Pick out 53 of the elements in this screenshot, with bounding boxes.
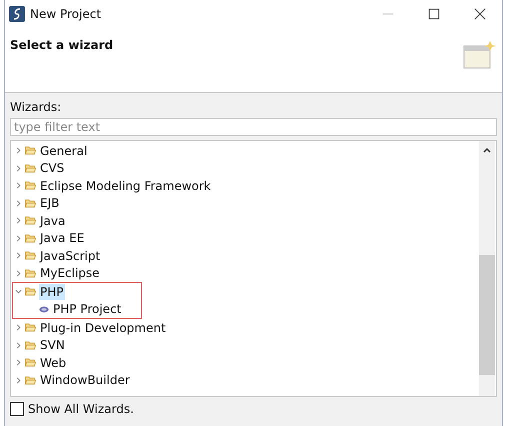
folder-icon <box>25 323 36 332</box>
scroll-up-icon[interactable] <box>483 147 491 153</box>
chevron-icon[interactable] <box>15 288 22 296</box>
tree-item[interactable]: Java <box>39 212 66 229</box>
maximize-icon[interactable] <box>428 8 440 20</box>
tree-item[interactable]: WindowBuilder <box>39 372 131 388</box>
tree-item[interactable]: PHP Project <box>52 301 122 318</box>
folder-icon <box>25 340 36 350</box>
folder-icon <box>25 251 36 260</box>
filter-field[interactable]: type filter text <box>10 118 497 136</box>
tree-item[interactable]: General <box>39 142 88 159</box>
tree-item[interactable]: SVN <box>39 337 66 354</box>
chevron-icon[interactable] <box>15 217 22 224</box>
chevron-icon[interactable] <box>15 182 22 190</box>
scroll-thumb[interactable] <box>479 255 495 375</box>
folder-icon <box>25 216 36 226</box>
folder-icon <box>25 376 36 385</box>
folder-icon <box>25 358 36 368</box>
chevron-icon[interactable] <box>15 200 22 207</box>
tree-item[interactable]: Java EE <box>39 230 86 246</box>
chevron-icon[interactable] <box>15 359 22 366</box>
folder-icon <box>25 198 36 208</box>
close-icon[interactable] <box>474 8 486 20</box>
tree-item[interactable]: Web <box>39 354 68 371</box>
chevron-icon[interactable] <box>15 342 22 349</box>
checkbox[interactable] <box>10 402 24 416</box>
checkbox-label[interactable]: Show All Wizards. <box>28 402 134 416</box>
tree-item[interactable]: PHP <box>39 284 64 300</box>
folder-icon <box>25 268 36 278</box>
tree-item[interactable]: EJB <box>39 195 60 212</box>
chevron-icon[interactable] <box>15 234 22 242</box>
tree-item[interactable]: Eclipse Modeling Framework <box>39 178 212 194</box>
folder-icon <box>25 287 36 296</box>
chevron-icon[interactable] <box>15 324 22 332</box>
chevron-icon[interactable] <box>15 164 22 172</box>
tree-item[interactable]: MyEclipse <box>39 265 101 282</box>
wizards-label: Wizards: <box>10 100 62 114</box>
tree-item[interactable]: CVS <box>39 160 66 176</box>
chevron-icon[interactable] <box>15 376 22 384</box>
tree-item[interactable]: Plug-in Development <box>39 320 167 336</box>
chevron-icon[interactable] <box>15 147 22 154</box>
tree-item[interactable]: JavaScript <box>39 248 102 264</box>
window-title: New Project <box>30 7 102 21</box>
folder-icon <box>25 181 36 190</box>
chevron-icon[interactable] <box>15 252 22 260</box>
page-title: Select a wizard <box>10 38 114 52</box>
php-project-icon <box>39 306 49 313</box>
folder-icon <box>25 146 36 156</box>
chevron-icon[interactable] <box>15 270 22 277</box>
folder-icon <box>25 234 36 243</box>
folder-icon <box>25 164 36 173</box>
app-icon <box>9 6 25 22</box>
scrollbar[interactable] <box>479 141 495 396</box>
